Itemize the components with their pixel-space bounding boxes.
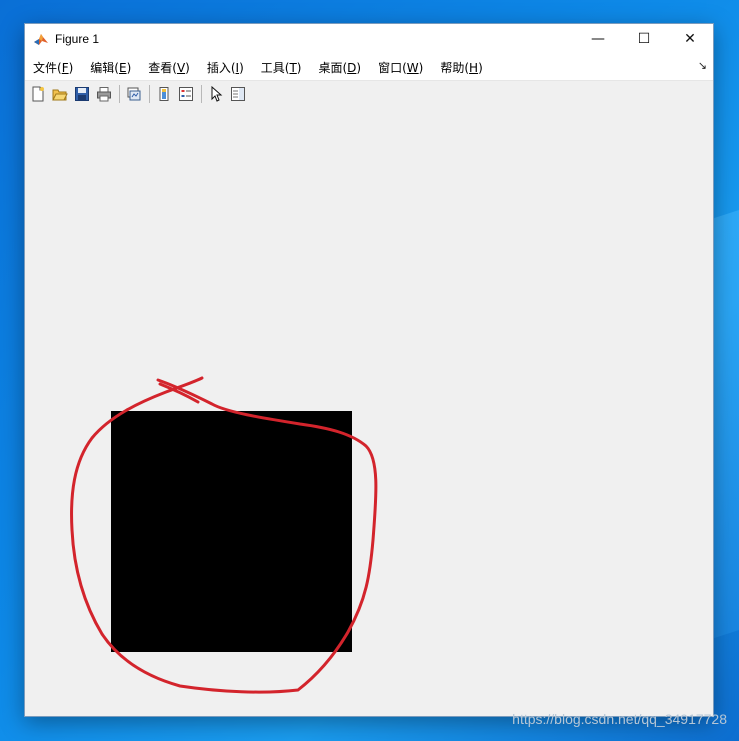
close-icon: ✕	[684, 31, 696, 47]
property-inspector-icon[interactable]	[229, 85, 247, 103]
print-icon[interactable]	[95, 85, 113, 103]
edit-plot-arrow-icon[interactable]	[207, 85, 225, 103]
matlab-logo-icon	[33, 31, 49, 47]
dock-arrow-icon[interactable]: ↘	[698, 59, 707, 72]
menu-edit[interactable]: 编辑(E)	[90, 59, 131, 76]
window-controls: — ☐ ✕	[575, 24, 713, 54]
title-bar[interactable]: Figure 1 — ☐ ✕	[25, 24, 713, 54]
menu-file[interactable]: 文件(F)	[33, 59, 73, 76]
menu-tools[interactable]: 工具(T)	[261, 59, 302, 76]
minimize-button[interactable]: —	[575, 24, 621, 54]
figure-toolbar	[25, 81, 713, 108]
figure-canvas[interactable]	[25, 107, 713, 716]
toolbar-separator	[201, 85, 202, 103]
black-square-plot	[111, 411, 352, 652]
window-title: Figure 1	[55, 32, 100, 46]
toolbar-separator	[149, 85, 150, 103]
link-plot-icon[interactable]	[125, 85, 143, 103]
close-button[interactable]: ✕	[667, 24, 713, 54]
menu-help[interactable]: 帮助(H)	[440, 59, 482, 76]
figure-window: Figure 1 — ☐ ✕ 文件(F) 编辑(E) 查看(V) 插入(I) 工…	[24, 23, 714, 717]
toolbar-separator	[119, 85, 120, 103]
maximize-icon: ☐	[637, 31, 651, 47]
menu-desktop[interactable]: 桌面(D)	[318, 59, 361, 76]
insert-colorbar-icon[interactable]	[155, 85, 173, 103]
minimize-icon: —	[591, 31, 605, 47]
insert-legend-icon[interactable]	[177, 85, 195, 103]
new-figure-icon[interactable]	[29, 85, 47, 103]
maximize-button[interactable]: ☐	[621, 24, 667, 54]
watermark: https://blog.csdn.net/qq_34917728	[512, 711, 727, 727]
menu-window[interactable]: 窗口(W)	[378, 59, 423, 76]
save-icon[interactable]	[73, 85, 91, 103]
menu-view[interactable]: 查看(V)	[148, 59, 190, 76]
open-file-icon[interactable]	[51, 85, 69, 103]
menu-insert[interactable]: 插入(I)	[207, 59, 244, 76]
menu-bar: 文件(F) 编辑(E) 查看(V) 插入(I) 工具(T) 桌面(D) 窗口(W…	[25, 54, 713, 81]
